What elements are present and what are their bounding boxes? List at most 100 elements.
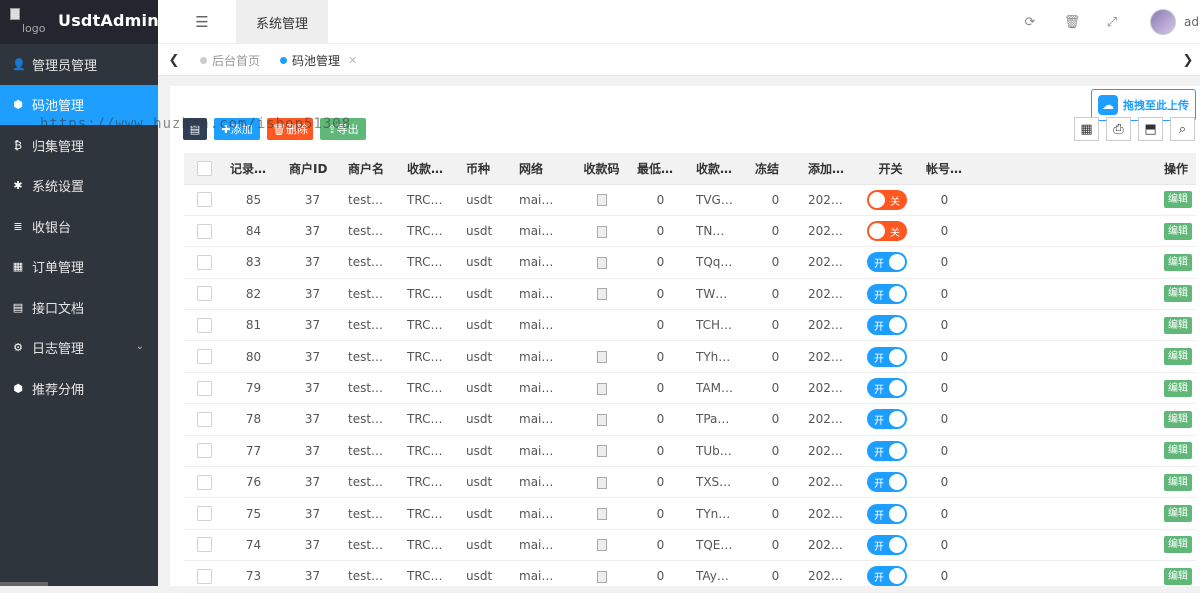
tab-code-pool[interactable]: 码池管理 ✕ [280, 44, 357, 76]
search-toggle-button[interactable]: ▤ [183, 118, 207, 140]
row-checkbox[interactable] [196, 349, 212, 365]
status-toggle[interactable]: 开 [867, 315, 907, 336]
row-checkbox[interactable] [196, 223, 212, 239]
row-checkbox[interactable] [196, 286, 212, 302]
sidebar-item-8[interactable]: ⬢ 推荐分佣 [0, 368, 158, 409]
status-toggle[interactable]: 开 [867, 378, 907, 399]
cell-min: 0 [631, 372, 690, 405]
cell-network: mai… [513, 309, 572, 342]
cell-account: 0 [920, 246, 969, 279]
edit-button[interactable]: 编辑 [1164, 473, 1192, 491]
edit-button[interactable]: 编辑 [1164, 348, 1192, 366]
tab-home[interactable]: 后台首页 [200, 44, 260, 76]
row-checkbox[interactable] [196, 443, 212, 459]
cell-id: 77 [224, 435, 283, 468]
avatar[interactable] [1150, 9, 1176, 35]
status-toggle[interactable]: 开 [867, 503, 907, 524]
refresh-icon[interactable]: ⟳ [1018, 0, 1042, 44]
delete-selected-button[interactable]: 🗑 删除 [267, 118, 313, 140]
column-header[interactable]: 帐号… [920, 153, 969, 185]
row-checkbox[interactable] [196, 254, 212, 270]
cell-chain: TRC… [401, 403, 460, 436]
edit-button[interactable]: 编辑 [1164, 253, 1192, 271]
column-header[interactable]: 操作 [1156, 153, 1196, 185]
sidebar-item-6[interactable]: ▤ 接口文档 [0, 287, 158, 328]
gear-outline-icon: ⚙ [13, 341, 23, 355]
sidebar-item-4[interactable]: ≣ 收银台 [0, 206, 158, 247]
search-icon[interactable]: ⌕ [1170, 117, 1195, 141]
column-header[interactable]: 添加… [802, 153, 861, 185]
edit-button[interactable]: 编辑 [1164, 536, 1192, 554]
edit-button[interactable]: 编辑 [1164, 410, 1192, 428]
export-table-icon[interactable]: ⬒ [1138, 117, 1163, 141]
status-toggle[interactable]: 开 [867, 566, 907, 587]
tab-scroll-left-icon[interactable]: ❮ [160, 44, 188, 76]
edit-button[interactable]: 编辑 [1164, 442, 1192, 460]
status-toggle[interactable]: 开 [867, 283, 907, 304]
row-checkbox[interactable] [196, 380, 212, 396]
column-header[interactable]: 网络 [513, 153, 572, 185]
sidebar-item-3[interactable]: ✱ 系统设置 [0, 166, 158, 207]
status-toggle[interactable]: 开 [867, 409, 907, 430]
user-name[interactable]: ad [1184, 15, 1199, 29]
sidebar-item-0[interactable]: 👤 管理员管理 [0, 44, 158, 85]
spacer-cell [969, 372, 1156, 405]
column-header[interactable]: 商户名 [342, 153, 401, 185]
status-toggle[interactable]: 关 [867, 221, 907, 242]
column-header[interactable]: 收款… [690, 153, 749, 185]
edit-button[interactable]: 编辑 [1164, 191, 1192, 209]
cell-network: mai… [513, 435, 572, 468]
edit-button[interactable]: 编辑 [1164, 285, 1192, 303]
columns-filter-icon[interactable]: ▦ [1074, 117, 1099, 141]
edit-button[interactable]: 编辑 [1164, 222, 1192, 240]
sidebar-item-label: 系统设置 [32, 180, 85, 196]
edit-button[interactable]: 编辑 [1164, 505, 1192, 523]
export-button[interactable]: ⇪ 导出 [320, 118, 366, 140]
column-header[interactable]: 开关 [861, 153, 920, 185]
cell-currency: usdt [460, 497, 513, 530]
cell-chain: TRC… [401, 215, 460, 248]
cell-chain: TRC… [401, 497, 460, 530]
sidebar-scrollbar[interactable] [0, 582, 48, 586]
add-button[interactable]: ✚ 添加 [214, 118, 260, 140]
cell-address: TN… [690, 215, 749, 248]
row-checkbox[interactable] [196, 411, 212, 427]
tab-close-icon[interactable]: ✕ [348, 54, 357, 67]
status-toggle[interactable]: 开 [867, 472, 907, 493]
status-toggle[interactable]: 开 [867, 534, 907, 555]
cell-currency: usdt [460, 309, 513, 342]
menu-toggle-icon[interactable]: ☰ [182, 0, 222, 44]
status-toggle[interactable]: 开 [867, 346, 907, 367]
cell-currency: usdt [460, 215, 513, 248]
column-header[interactable]: 商户ID [283, 153, 342, 185]
column-header[interactable]: 冻结 [749, 153, 802, 185]
row-checkbox[interactable] [196, 537, 212, 553]
edit-button[interactable]: 编辑 [1164, 567, 1192, 585]
sidebar-item-5[interactable]: ▦ 订单管理 [0, 247, 158, 288]
select-all-checkbox[interactable] [196, 160, 212, 176]
fullscreen-icon[interactable]: ⤢ [1100, 0, 1124, 44]
status-toggle[interactable]: 开 [867, 440, 907, 461]
column-header[interactable]: 最低… [631, 153, 690, 185]
top-nav-system-tab[interactable]: 系统管理 [236, 0, 328, 44]
trash-icon[interactable]: 🗑 [1060, 0, 1084, 44]
sidebar-item-7[interactable]: ⚙ 日志管理 ⌄ [0, 328, 158, 369]
tab-scroll-right-icon[interactable]: ❯ [1174, 44, 1200, 76]
sidebar-item-2[interactable]: ₿ 归集管理 [0, 125, 158, 166]
column-header[interactable]: 收款… [401, 153, 460, 185]
status-toggle[interactable]: 开 [867, 252, 907, 273]
edit-button[interactable]: 编辑 [1164, 379, 1192, 397]
column-header[interactable]: 记录… [224, 153, 283, 185]
edit-button[interactable]: 编辑 [1164, 316, 1192, 334]
column-header[interactable]: 收款码 [572, 153, 631, 185]
row-checkbox[interactable] [196, 568, 212, 584]
row-checkbox[interactable] [196, 506, 212, 522]
row-checkbox[interactable] [196, 192, 212, 208]
sidebar-item-1[interactable]: ⬢ 码池管理 [0, 84, 158, 125]
column-header[interactable]: 币种 [460, 153, 513, 185]
print-icon[interactable]: ⎙ [1106, 117, 1131, 141]
row-checkbox[interactable] [196, 474, 212, 490]
row-checkbox[interactable] [196, 317, 212, 333]
status-toggle[interactable]: 关 [867, 189, 907, 210]
cell-min: 0 [631, 246, 690, 279]
